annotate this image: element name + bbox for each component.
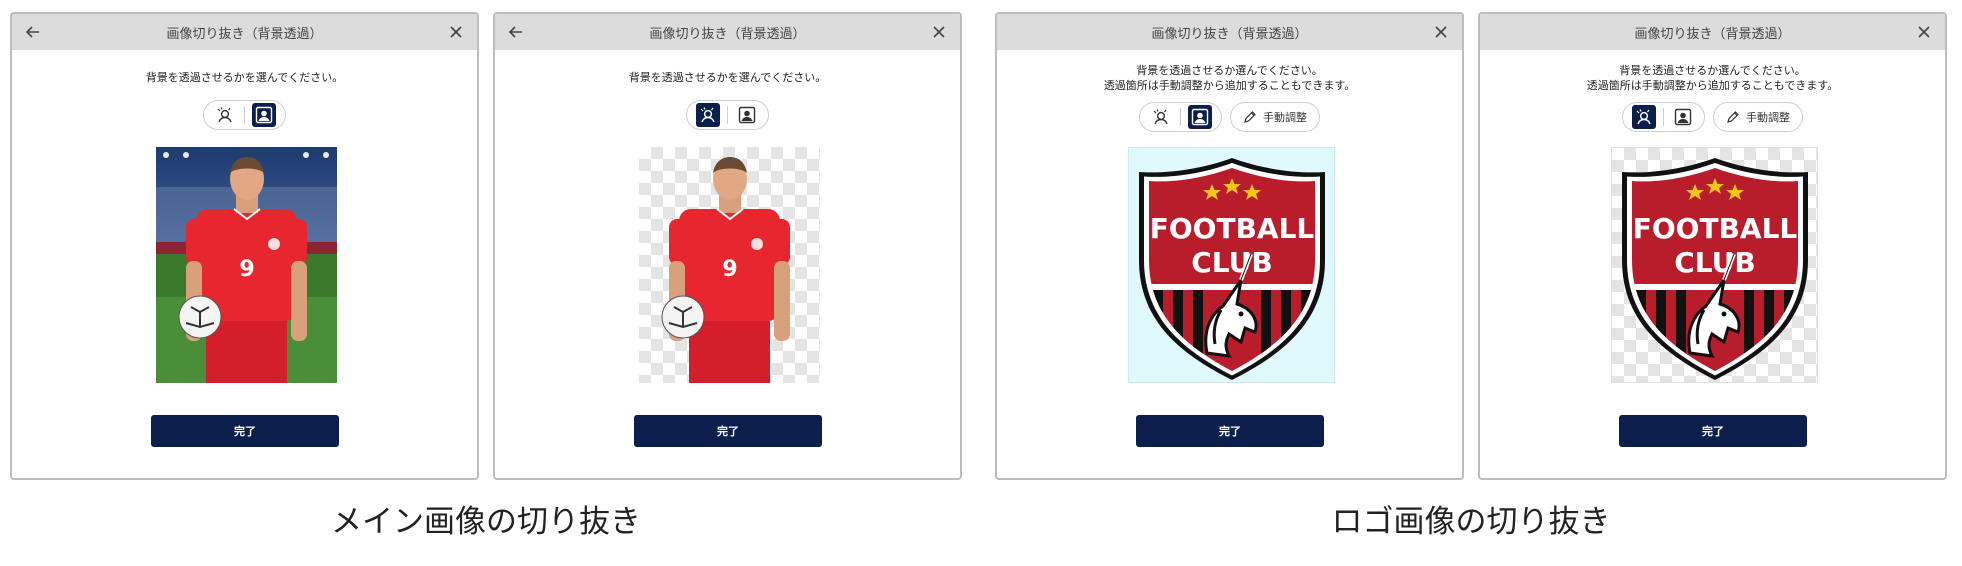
player-photo-with-background: 9	[156, 147, 337, 383]
manual-adjust-label: 手動調整	[1263, 111, 1307, 124]
dialog-title: 画像切り抜き（背景透過）	[649, 26, 806, 42]
image-preview: 9	[156, 147, 337, 383]
logo-text-club: CLUB	[1674, 246, 1755, 279]
image-preview: FOOTBALL CLUB	[1128, 147, 1335, 383]
instruction-text: 背景を透過させるかを選んでください。	[628, 71, 827, 84]
transparent-option-button[interactable]	[696, 103, 720, 127]
crop-dialog-main-original: 画像切り抜き（背景透過） 背景を透過させるかを選んでください。 9 完了	[10, 12, 479, 480]
pen-icon	[1244, 111, 1256, 123]
transparency-toggle	[203, 100, 286, 130]
dialog-titlebar: 画像切り抜き（背景透過）	[12, 14, 477, 50]
instruction-subtext: 透過箇所は手動調整から追加することもできます。	[1103, 79, 1356, 92]
done-button[interactable]: 完了	[151, 415, 339, 447]
done-button[interactable]: 完了	[1136, 415, 1324, 447]
toggle-divider	[1663, 108, 1664, 126]
logo-text-football: FOOTBALL	[1150, 212, 1315, 245]
football-club-logo: FOOTBALL CLUB	[1139, 158, 1325, 380]
crop-dialog-main-transparent: 画像切り抜き（背景透過） 背景を透過させるかを選んでください。 9 完了	[493, 12, 962, 480]
image-preview: 9	[639, 147, 820, 383]
close-icon[interactable]	[1913, 21, 1935, 43]
portrait-icon	[738, 106, 756, 124]
keep-background-option-button[interactable]	[735, 103, 759, 127]
jersey-number: 9	[722, 257, 737, 282]
logo-text-club: CLUB	[1191, 246, 1272, 279]
close-icon[interactable]	[445, 21, 467, 43]
keep-background-option-button[interactable]	[1188, 105, 1212, 129]
done-button[interactable]: 完了	[1619, 415, 1807, 447]
toggle-divider	[727, 106, 728, 124]
dialog-titlebar: 画像切り抜き（背景透過）	[495, 14, 960, 50]
portrait-icon	[255, 106, 273, 124]
transparent-background-icon	[217, 107, 232, 123]
transparency-toggle	[1622, 102, 1705, 132]
keep-background-option-button[interactable]	[252, 103, 276, 127]
instruction-text: 背景を透過させるか選んでください。	[1136, 64, 1323, 77]
transparency-toggle	[1139, 102, 1222, 132]
portrait-icon	[1674, 108, 1692, 126]
close-icon[interactable]	[928, 21, 950, 43]
football-club-logo: FOOTBALL CLUB	[1622, 158, 1808, 380]
transparent-option-button[interactable]	[1632, 105, 1656, 129]
transparency-toggle	[686, 100, 769, 130]
manual-adjust-button[interactable]: 手動調整	[1713, 102, 1803, 132]
keep-background-option-button[interactable]	[1671, 105, 1695, 129]
image-preview: FOOTBALL CLUB	[1611, 147, 1818, 383]
player-figure: 9	[661, 157, 790, 383]
transparent-option-button[interactable]	[213, 103, 237, 127]
instruction-text: 背景を透過させるか選んでください。	[1619, 64, 1806, 77]
toggle-divider	[244, 106, 245, 124]
crop-dialog-logo-original: 画像切り抜き（背景透過） 背景を透過させるか選んでください。 透過箇所は手動調整…	[995, 12, 1464, 480]
transparent-background-icon	[700, 107, 715, 123]
dialog-title: 画像切り抜き（背景透過）	[1634, 26, 1791, 42]
instruction-subtext: 透過箇所は手動調整から追加することもできます。	[1586, 79, 1839, 92]
transparent-background-icon	[1153, 109, 1168, 125]
back-arrow-icon[interactable]	[22, 21, 44, 43]
logo-text-football: FOOTBALL	[1633, 212, 1798, 245]
jersey-number: 9	[239, 257, 254, 282]
instruction-text: 背景を透過させるかを選んでください。	[145, 71, 344, 84]
pen-icon	[1727, 111, 1739, 123]
player-cutout: 9	[661, 157, 790, 383]
crop-dialog-logo-transparent: 画像切り抜き（背景透過） 背景を透過させるか選んでください。 透過箇所は手動調整…	[1478, 12, 1947, 480]
transparent-option-button[interactable]	[1149, 105, 1173, 129]
toggle-divider	[1180, 108, 1181, 126]
manual-adjust-label: 手動調整	[1746, 111, 1790, 124]
portrait-icon	[1191, 108, 1209, 126]
close-icon[interactable]	[1430, 21, 1452, 43]
done-button[interactable]: 完了	[634, 415, 822, 447]
dialog-titlebar: 画像切り抜き（背景透過）	[1480, 14, 1945, 50]
transparent-background-icon	[1636, 109, 1651, 125]
dialog-titlebar: 画像切り抜き（背景透過）	[997, 14, 1462, 50]
caption-logo-image: ロゴ画像の切り抜き	[1331, 504, 1611, 540]
manual-adjust-button[interactable]: 手動調整	[1230, 102, 1320, 132]
dialog-title: 画像切り抜き（背景透過）	[1151, 26, 1308, 42]
back-arrow-icon[interactable]	[505, 21, 527, 43]
dialog-title: 画像切り抜き（背景透過）	[166, 26, 323, 42]
caption-main-image: メイン画像の切り抜き	[331, 504, 641, 540]
